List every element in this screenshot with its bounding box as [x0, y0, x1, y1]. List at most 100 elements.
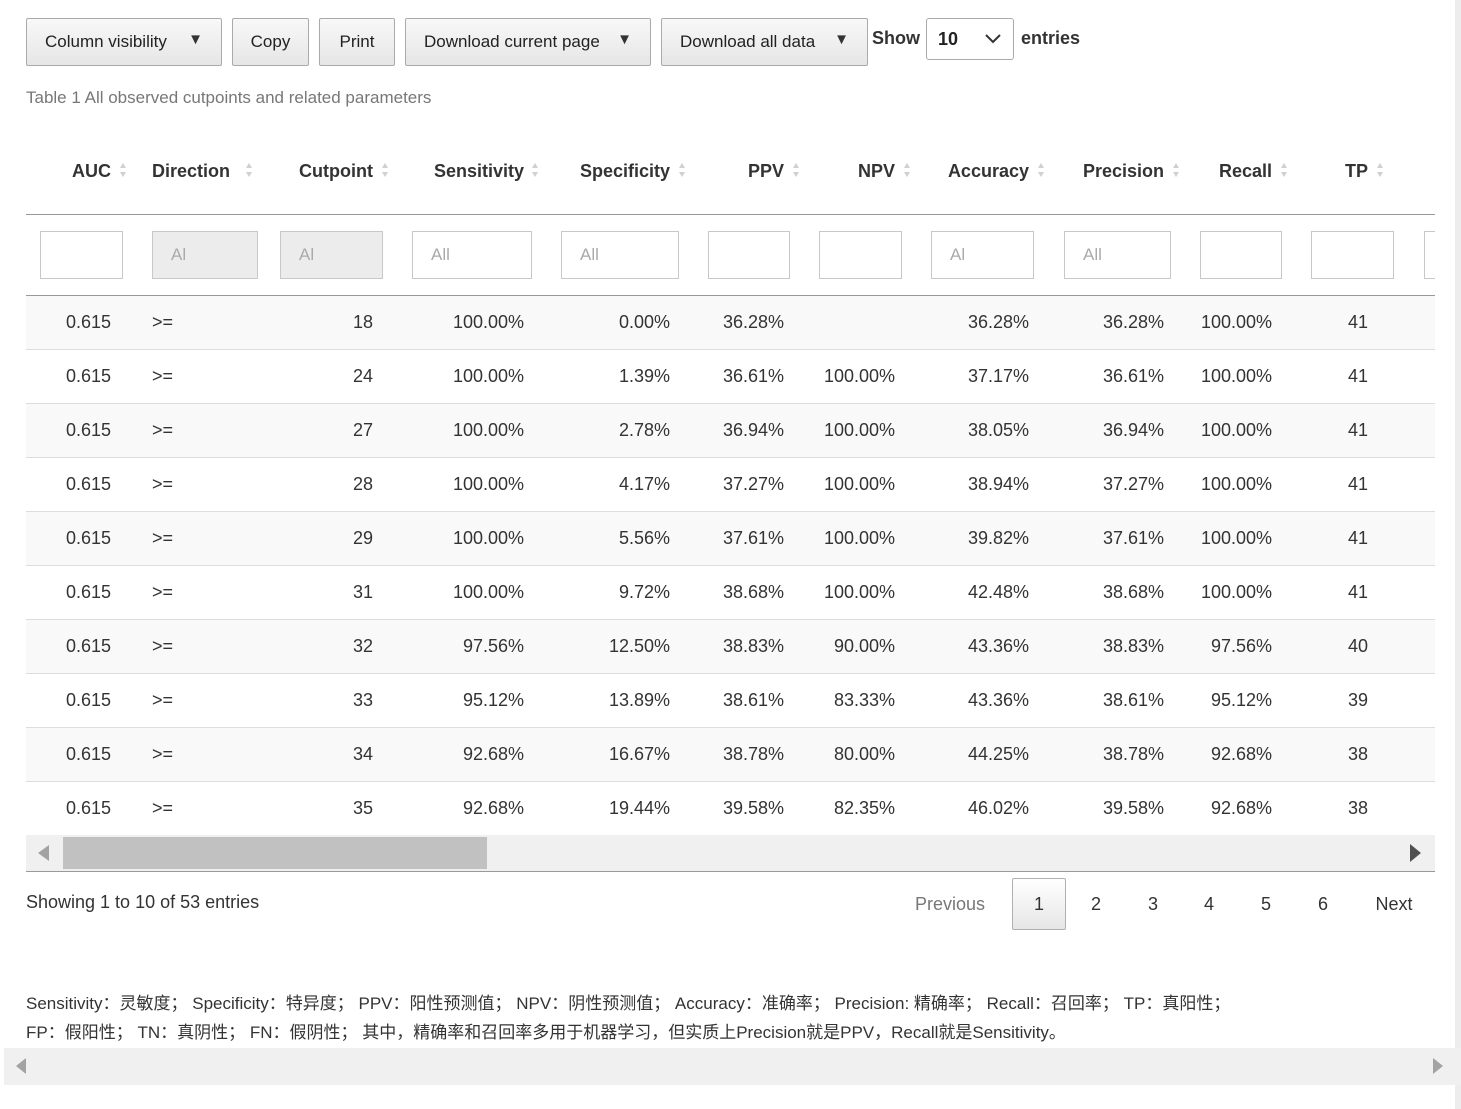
cell-direction: >=	[134, 402, 262, 457]
cell-sensitivity: 97.56%	[398, 618, 547, 673]
filter-cell	[806, 214, 917, 296]
filter-input-cutpoint[interactable]: Al	[280, 230, 383, 279]
cell-direction: >=	[134, 672, 262, 727]
scroll-right-arrow-icon[interactable]	[1410, 844, 1421, 862]
cell-cutpoint: 33	[262, 672, 398, 727]
cell-overflow	[1409, 672, 1435, 727]
cell-accuracy: 43.36%	[917, 672, 1050, 727]
filter-input-tp[interactable]	[1311, 230, 1394, 279]
cell-accuracy: 44.25%	[917, 726, 1050, 781]
cell-ppv: 39.58%	[694, 780, 806, 835]
filter-cell: Al	[262, 214, 398, 296]
cell-specificity: 19.44%	[547, 780, 694, 835]
cell-ppv: 36.94%	[694, 402, 806, 457]
table-row: 0.615 >= 32 97.56% 12.50% 38.83% 90.00% 43.36% 3…	[26, 618, 1435, 673]
pagination-page-5[interactable]: 5	[1239, 878, 1293, 930]
cell-auc: 0.615	[26, 672, 134, 727]
filter-input-npv[interactable]	[819, 230, 902, 279]
filter-input-accuracy[interactable]: Al	[931, 230, 1034, 279]
cell-recall: 100.00%	[1187, 348, 1298, 403]
column-header-accuracy[interactable]: Accuracy	[917, 130, 1050, 215]
cell-ppv: 38.61%	[694, 672, 806, 727]
sort-icon	[1173, 163, 1179, 177]
column-header-recall[interactable]: Recall	[1187, 130, 1298, 215]
sort-icon	[1038, 163, 1044, 177]
cell-tp: 38	[1298, 780, 1409, 835]
cell-tp: 41	[1298, 456, 1409, 511]
cell-tp: 41	[1298, 295, 1409, 349]
cell-direction: >=	[134, 510, 262, 565]
cell-recall: 100.00%	[1187, 402, 1298, 457]
pagination-page-1[interactable]: 1	[1012, 878, 1066, 930]
entries-per-page-select[interactable]: 10	[926, 18, 1014, 60]
header-row: AUC Direction Cutpoint Sensitivity Speci…	[26, 130, 1435, 215]
column-header-label: Cutpoint	[299, 161, 373, 182]
entries-label: entries	[1021, 28, 1081, 48]
scroll-left-arrow-icon[interactable]	[38, 845, 49, 861]
filter-input-auc[interactable]	[40, 230, 123, 279]
scrollbar-thumb[interactable]	[63, 837, 487, 869]
pagination-previous[interactable]: Previous	[898, 878, 1002, 930]
cell-tp: 41	[1298, 510, 1409, 565]
column-header-auc[interactable]: AUC	[26, 130, 134, 215]
cell-precision: 38.68%	[1050, 564, 1187, 619]
cell-precision: 36.28%	[1050, 295, 1187, 349]
column-header-sensitivity[interactable]: Sensitivity	[398, 130, 547, 215]
filter-cell: All	[398, 214, 547, 296]
print-button[interactable]: Print	[319, 18, 395, 66]
cell-direction: >=	[134, 348, 262, 403]
column-header-npv[interactable]: NPV	[806, 130, 917, 215]
column-header-tp[interactable]: TP	[1298, 130, 1409, 215]
cell-npv: 100.00%	[806, 402, 917, 457]
column-header-overflow	[1409, 130, 1435, 215]
cell-npv: 83.33%	[806, 672, 917, 727]
cell-specificity: 1.39%	[547, 348, 694, 403]
cell-sensitivity: 100.00%	[398, 348, 547, 403]
cell-specificity: 12.50%	[547, 618, 694, 673]
pagination-page-3[interactable]: 3	[1126, 878, 1180, 930]
cell-cutpoint: 27	[262, 402, 398, 457]
filter-input-overflow[interactable]	[1424, 230, 1435, 279]
entries-per-page-value: 10	[938, 28, 959, 49]
table-row: 0.615 >= 29 100.00% 5.56% 37.61% 100.00% 39.82%…	[26, 510, 1435, 565]
pagination-next[interactable]: Next	[1356, 878, 1432, 930]
cell-recall: 100.00%	[1187, 456, 1298, 511]
cell-ppv: 38.78%	[694, 726, 806, 781]
table-horizontal-scrollbar[interactable]	[26, 835, 1435, 871]
pagination-page-2[interactable]: 2	[1069, 878, 1123, 930]
filter-input-specificity[interactable]: All	[561, 230, 679, 279]
download-current-page-button[interactable]: Download current page ▼	[405, 18, 651, 66]
column-header-label: NPV	[857, 161, 895, 182]
column-header-specificity[interactable]: Specificity	[547, 130, 694, 215]
copy-button[interactable]: Copy	[232, 18, 309, 66]
cell-recall: 100.00%	[1187, 295, 1298, 349]
cell-overflow	[1409, 456, 1435, 511]
filter-input-ppv[interactable]	[708, 230, 790, 279]
cell-recall: 92.68%	[1187, 780, 1298, 835]
window-edge	[1455, 0, 1461, 1109]
cell-auc: 0.615	[26, 510, 134, 565]
filter-input-sensitivity[interactable]: All	[412, 230, 532, 279]
column-header-direction[interactable]: Direction	[134, 130, 262, 215]
download-all-data-button[interactable]: Download all data ▼	[661, 18, 868, 66]
cell-cutpoint: 29	[262, 510, 398, 565]
column-header-precision[interactable]: Precision	[1050, 130, 1187, 215]
sort-icon	[120, 163, 126, 177]
cell-cutpoint: 32	[262, 618, 398, 673]
cell-direction: >=	[134, 456, 262, 511]
cell-cutpoint: 31	[262, 564, 398, 619]
cell-tp: 41	[1298, 564, 1409, 619]
cell-sensitivity: 100.00%	[398, 510, 547, 565]
table-row: 0.615 >= 24 100.00% 1.39% 36.61% 100.00% 37.17%…	[26, 348, 1435, 403]
pagination-page-4[interactable]: 4	[1182, 878, 1236, 930]
scroll-left-arrow-icon[interactable]	[16, 1058, 26, 1074]
filter-input-direction[interactable]: Al	[152, 230, 258, 279]
page-horizontal-scrollbar[interactable]	[4, 1048, 1461, 1085]
column-header-cutpoint[interactable]: Cutpoint	[262, 130, 398, 215]
pagination-page-6[interactable]: 6	[1296, 878, 1350, 930]
column-header-ppv[interactable]: PPV	[694, 130, 806, 215]
scroll-right-arrow-icon[interactable]	[1433, 1058, 1443, 1074]
filter-input-precision[interactable]: All	[1064, 230, 1171, 279]
column-visibility-button[interactable]: Column visibility ▼	[26, 18, 222, 66]
filter-input-recall[interactable]	[1200, 230, 1282, 279]
